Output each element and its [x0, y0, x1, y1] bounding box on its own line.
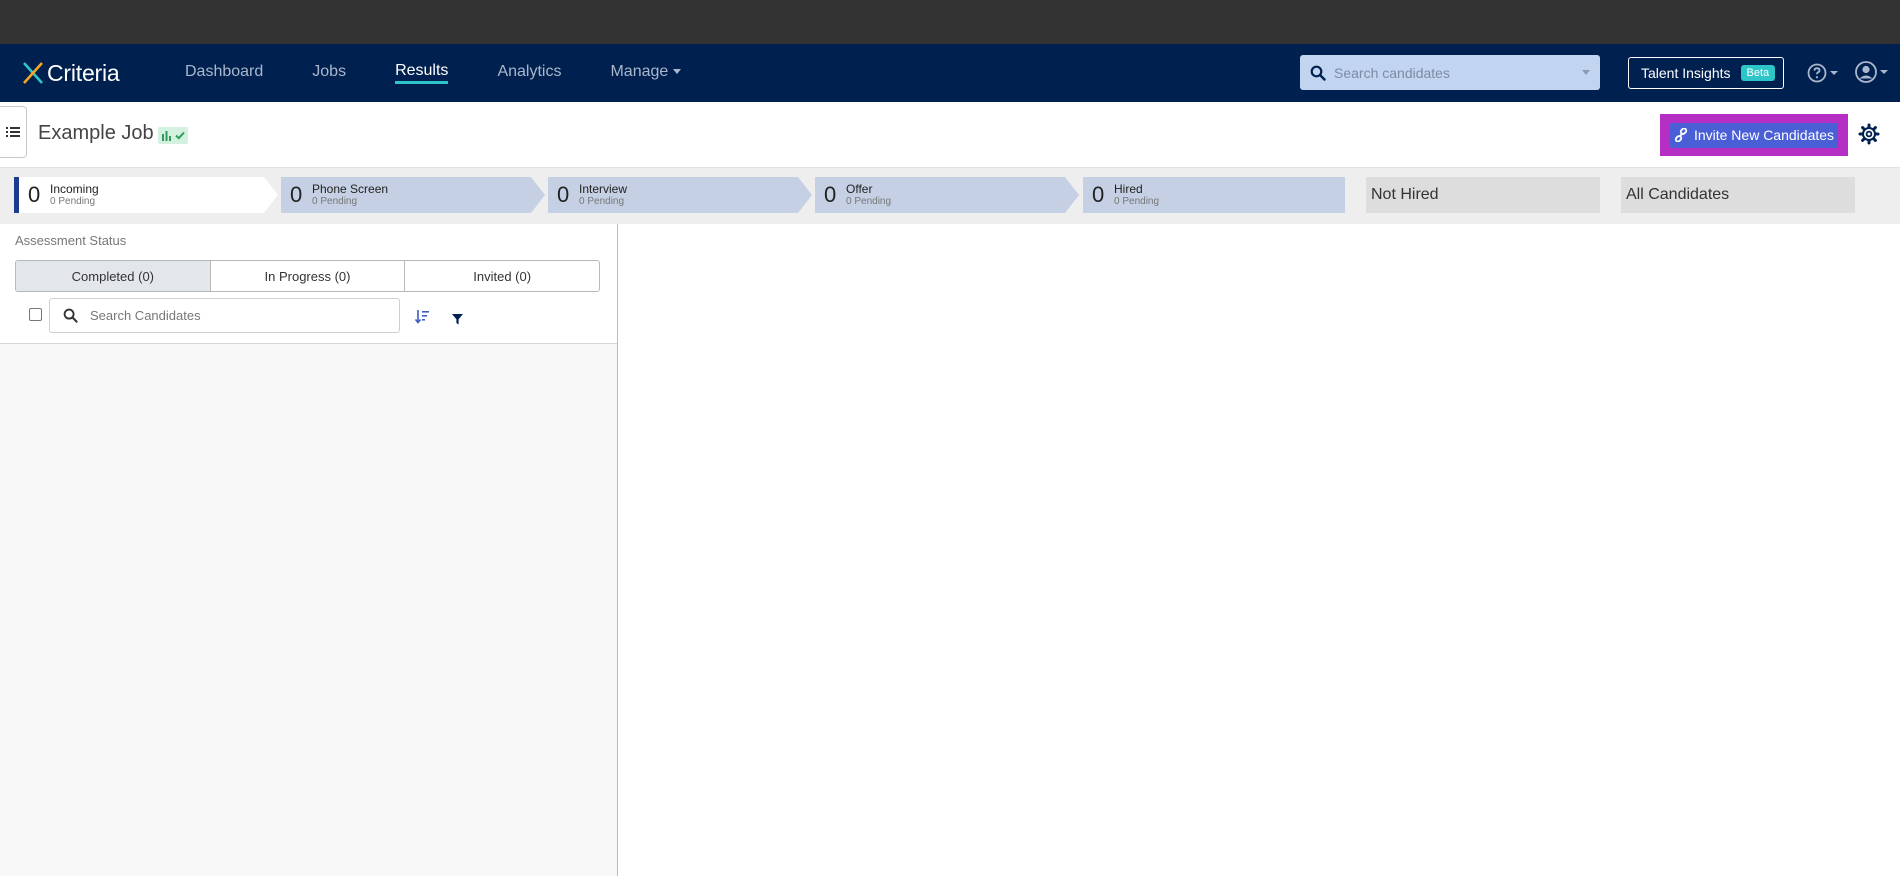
talent-insights-button[interactable]: Talent Insights Beta [1628, 57, 1784, 89]
tab-in-progress[interactable]: In Progress (0) [210, 261, 406, 291]
stage-name: Offer [846, 181, 873, 196]
stage-interview[interactable]: 0 Interview 0 Pending [548, 177, 812, 213]
chevron-down-icon [673, 69, 682, 75]
invite-highlight: Invite New Candidates [1660, 114, 1848, 156]
stage-pending: 0 Pending [50, 196, 96, 208]
job-status-badge [158, 127, 188, 144]
candidate-search-input[interactable] [1334, 64, 1574, 81]
stage-name: All Candidates [1626, 186, 1730, 203]
stage-count: 0 [824, 182, 837, 207]
nav-jobs[interactable]: Jobs [312, 63, 346, 83]
search-icon [1310, 65, 1326, 81]
stage-count: 0 [28, 182, 41, 207]
stage-count: 0 [557, 182, 570, 207]
help-menu[interactable] [1807, 63, 1838, 83]
filter-icon [452, 314, 463, 325]
bar-chart-icon [161, 130, 171, 141]
chevron-down-icon [1880, 70, 1888, 74]
stage-incoming[interactable]: 0 Incoming 0 Pending [14, 177, 278, 213]
hiring-pipeline: 0 Incoming 0 Pending 0 Phone Screen 0 Pend… [0, 168, 1900, 224]
check-icon [174, 131, 185, 140]
stage-pending: 0 Pending [312, 196, 358, 208]
candidate-list [0, 343, 617, 876]
search-icon [63, 308, 78, 323]
talent-insights-label: Talent Insights [1641, 65, 1731, 81]
invite-new-candidates-button[interactable]: Invite New Candidates [1670, 122, 1838, 148]
stage-offer[interactable]: 0 Offer 0 Pending [815, 177, 1079, 213]
stage-count: 0 [1092, 182, 1105, 207]
chevron-down-icon[interactable] [1582, 70, 1590, 75]
nav-manage[interactable]: Manage [610, 63, 682, 83]
filter-button[interactable] [452, 312, 463, 330]
stage-pending: 0 Pending [1114, 196, 1160, 208]
stage-name: Phone Screen [312, 181, 389, 196]
main-nav: Dashboard Jobs Results Analytics Manage [185, 62, 730, 84]
stage-name: Not Hired [1371, 186, 1439, 203]
job-settings-button[interactable] [1858, 123, 1880, 150]
browser-top-strip [0, 0, 1900, 44]
assessment-status-heading: Assessment Status [15, 233, 127, 248]
stage-name: Incoming [50, 181, 99, 196]
stage-not-hired[interactable]: Not Hired [1366, 177, 1600, 213]
criteria-x-icon [23, 62, 43, 84]
nav-dashboard[interactable]: Dashboard [185, 63, 263, 83]
user-avatar-icon [1855, 61, 1877, 83]
candidate-search-box[interactable] [1300, 55, 1600, 90]
list-icon [5, 127, 20, 137]
stage-pending: 0 Pending [579, 196, 625, 208]
candidate-filter-box[interactable] [49, 298, 400, 333]
stage-pending: 0 Pending [846, 196, 892, 208]
nav-manage-label: Manage [610, 63, 669, 80]
job-header: Example Job Invite New Candidates [0, 102, 1900, 168]
sort-button[interactable] [414, 309, 430, 329]
assessment-status-tabs: Completed (0) In Progress (0) Invited (0… [15, 260, 600, 292]
stage-phone-screen[interactable]: 0 Phone Screen 0 Pending [281, 177, 545, 213]
user-menu[interactable] [1855, 61, 1888, 83]
tab-completed[interactable]: Completed (0) [16, 261, 211, 291]
invite-label: Invite New Candidates [1693, 127, 1835, 143]
nav-analytics[interactable]: Analytics [497, 63, 561, 83]
candidate-filter-input[interactable] [90, 308, 370, 323]
nav-results[interactable]: Results [395, 62, 449, 84]
chevron-down-icon [1830, 71, 1838, 75]
top-navbar: Criteria Dashboard Jobs Results Analytic… [0, 44, 1900, 102]
criteria-logo[interactable]: Criteria [22, 60, 162, 87]
stage-name: Interview [579, 181, 628, 196]
tab-invited[interactable]: Invited (0) [405, 261, 599, 291]
job-list-toggle-button[interactable] [0, 106, 27, 158]
gear-icon [1858, 123, 1880, 145]
stage-count: 0 [290, 182, 303, 207]
sort-icon [414, 310, 429, 324]
beta-badge: Beta [1740, 65, 1776, 81]
stage-all-candidates[interactable]: All Candidates [1621, 177, 1855, 213]
help-icon [1807, 63, 1827, 83]
link-icon [1674, 128, 1688, 142]
select-all-checkbox[interactable] [29, 308, 42, 321]
page-title: Example Job [38, 122, 154, 144]
stage-hired[interactable]: 0 Hired 0 Pending [1083, 177, 1345, 213]
stage-name: Hired [1114, 181, 1143, 196]
brand-name: Criteria [47, 59, 120, 86]
candidate-list-panel: Assessment Status Completed (0) In Progr… [0, 224, 618, 876]
